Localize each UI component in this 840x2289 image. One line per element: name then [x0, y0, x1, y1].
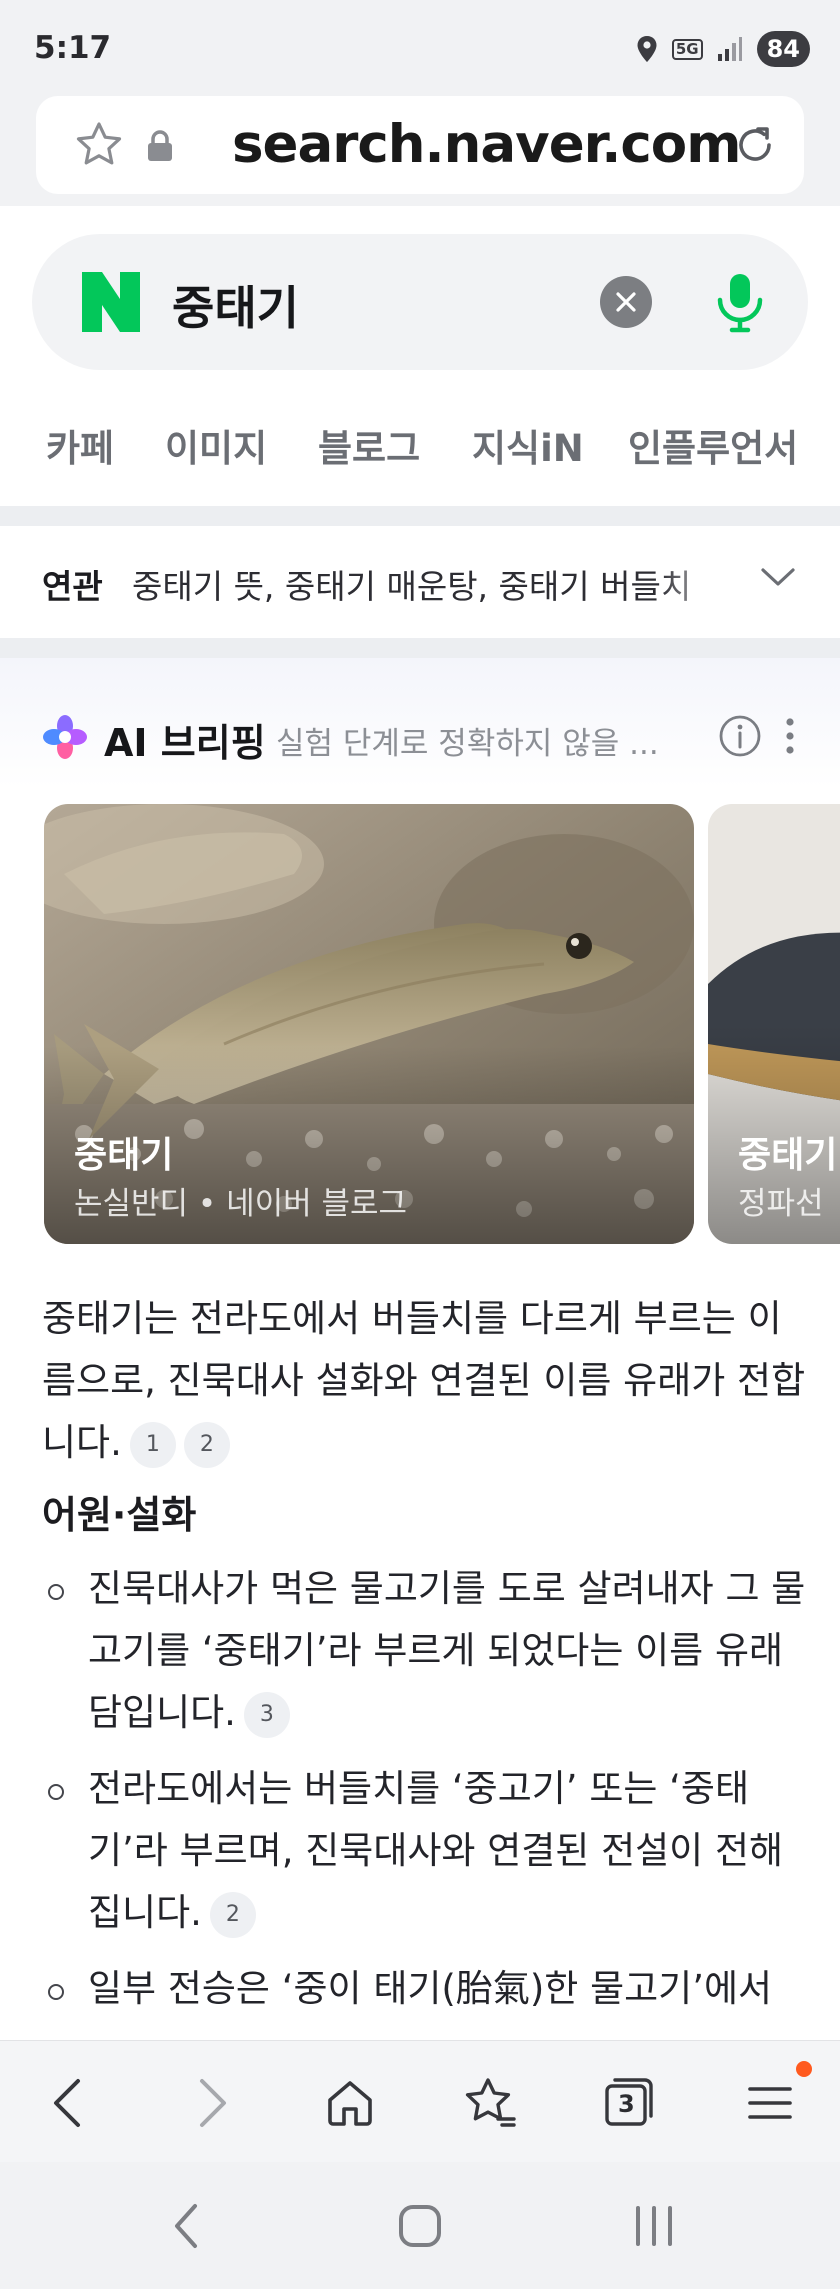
- list-item: 진묵대사가 먹은 물고기를 도로 살려내자 그 물고기를 ‘중태기’라 부르게 …: [42, 1558, 812, 1744]
- related-fade: [660, 546, 730, 616]
- notification-dot: [796, 2061, 812, 2077]
- microphone-icon[interactable]: [700, 262, 780, 342]
- citation-badge[interactable]: 2: [209, 1891, 256, 1938]
- hamburger-menu-icon: [748, 2087, 792, 2119]
- card-source: 논실반디 • 네이버 블로그: [74, 1186, 408, 1222]
- status-bar: 5:17 5G 84: [0, 0, 840, 92]
- bookmark-star-icon[interactable]: [74, 120, 124, 170]
- list-item: 일부 전승은 ‘중이 태기(胎氣)한 물고기’에서: [42, 1958, 812, 2020]
- citation-badge[interactable]: 3: [243, 1691, 290, 1738]
- battery-indicator: 84: [756, 31, 810, 67]
- card-source: 정파선: [738, 1186, 824, 1222]
- close-icon: [616, 292, 636, 312]
- signal-icon: [717, 37, 742, 61]
- clear-search-button[interactable]: [600, 276, 652, 328]
- page-content: 중태기 카페 이미지 블로그 지식iN 인플루언서 연관 중태기 뜻, 중태기 …: [0, 206, 840, 2042]
- system-back-button[interactable]: [154, 2194, 218, 2258]
- info-icon[interactable]: [718, 714, 762, 758]
- chevron-right-icon: [200, 2079, 226, 2127]
- url-text[interactable]: search.naver.com: [232, 114, 741, 175]
- search-tabs: 카페 이미지 블로그 지식iN 인플루언서: [0, 418, 840, 486]
- ai-sparkle-icon: [43, 715, 87, 759]
- ai-briefing-section: AI 브리핑 실험 단계로 정확하지 않을 ... 중태기 논실반디 • 네이버…: [0, 658, 840, 2042]
- related-label: 연관: [42, 567, 103, 606]
- section-heading: 어원·설화: [42, 1493, 197, 1537]
- forward-button[interactable]: [180, 2071, 244, 2135]
- card-title: 중태기: [738, 1135, 838, 1176]
- section-divider: [0, 638, 840, 658]
- citation-badge[interactable]: 1: [129, 1421, 176, 1468]
- more-options-icon[interactable]: [782, 714, 798, 758]
- home-square-icon: [399, 2205, 441, 2247]
- bullet-text: 진묵대사가 먹은 물고기를 도로 살려내자 그 물고기를 ‘중태기’라 부르게 …: [88, 1567, 806, 1734]
- card-title: 중태기: [74, 1135, 174, 1176]
- image-card[interactable]: 중태기 정파선: [708, 804, 840, 1244]
- ai-summary: 중태기는 전라도에서 버들치를 다르게 부르는 이름으로, 진묵대사 설화와 연…: [42, 1288, 812, 1474]
- ai-briefing-disclaimer: 실험 단계로 정확하지 않을 ...: [276, 726, 659, 762]
- home-button[interactable]: [318, 2071, 382, 2135]
- location-icon: [637, 36, 657, 62]
- bookmarks-button[interactable]: [458, 2071, 522, 2135]
- tab-kin[interactable]: 지식iN: [472, 418, 584, 472]
- tab-influencer[interactable]: 인플루언서: [628, 418, 798, 472]
- system-recents-button[interactable]: [622, 2194, 686, 2258]
- menu-button[interactable]: [738, 2071, 802, 2135]
- reload-icon[interactable]: [730, 120, 780, 170]
- bullet-text: 일부 전승은 ‘중이 태기(胎氣)한 물고기’에서: [88, 1967, 773, 2010]
- chevron-down-icon[interactable]: [758, 562, 798, 592]
- bullet-list: 진묵대사가 먹은 물고기를 도로 살려내자 그 물고기를 ‘중태기’라 부르게 …: [42, 1558, 812, 2034]
- related-keywords[interactable]: 중태기 뜻, 중태기 매운탕, 중태기 버들치: [132, 560, 722, 608]
- back-arrow-icon: [175, 2204, 197, 2248]
- list-item: 전라도에서는 버들치를 ‘중고기’ 또는 ‘중태기’라 부르며, 진묵대사와 연…: [42, 1758, 812, 1944]
- bookmarks-star-icon: [465, 2078, 516, 2127]
- tabs-button[interactable]: 3: [596, 2071, 660, 2135]
- search-input[interactable]: 중태기: [172, 272, 299, 338]
- browser-toolbar: 3: [0, 2040, 840, 2162]
- ai-briefing-title: AI 브리핑: [104, 721, 266, 765]
- image-card[interactable]: 중태기 논실반디 • 네이버 블로그: [44, 804, 694, 1244]
- status-time: 5:17: [34, 30, 112, 66]
- recents-icon: [636, 2206, 672, 2246]
- network-5g-icon: 5G: [671, 38, 703, 60]
- section-divider: [0, 506, 840, 526]
- address-bar[interactable]: search.naver.com: [36, 96, 804, 194]
- system-home-button[interactable]: [388, 2194, 452, 2258]
- search-box[interactable]: 중태기: [32, 234, 808, 370]
- related-searches[interactable]: 연관 중태기 뜻, 중태기 매운탕, 중태기 버들치: [0, 526, 840, 634]
- home-icon: [328, 2081, 372, 2126]
- chevron-left-icon: [54, 2079, 80, 2127]
- ai-briefing-header: AI 브리핑 실험 단계로 정확하지 않을 ...: [42, 712, 822, 765]
- lock-icon: [148, 130, 172, 161]
- naver-logo-icon[interactable]: [82, 272, 140, 332]
- bullet-text: 전라도에서는 버들치를 ‘중고기’ 또는 ‘중태기’라 부르며, 진묵대사와 연…: [88, 1767, 784, 1934]
- citation-badge[interactable]: 2: [183, 1421, 230, 1468]
- tab-count: 3: [618, 2090, 635, 2118]
- tab-blog[interactable]: 블로그: [318, 418, 420, 472]
- status-icons: 5G 84: [636, 30, 810, 68]
- tab-images[interactable]: 이미지: [165, 418, 267, 472]
- back-button[interactable]: [36, 2071, 100, 2135]
- system-navigation-bar: [0, 2162, 840, 2289]
- tab-cafe[interactable]: 카페: [46, 418, 114, 472]
